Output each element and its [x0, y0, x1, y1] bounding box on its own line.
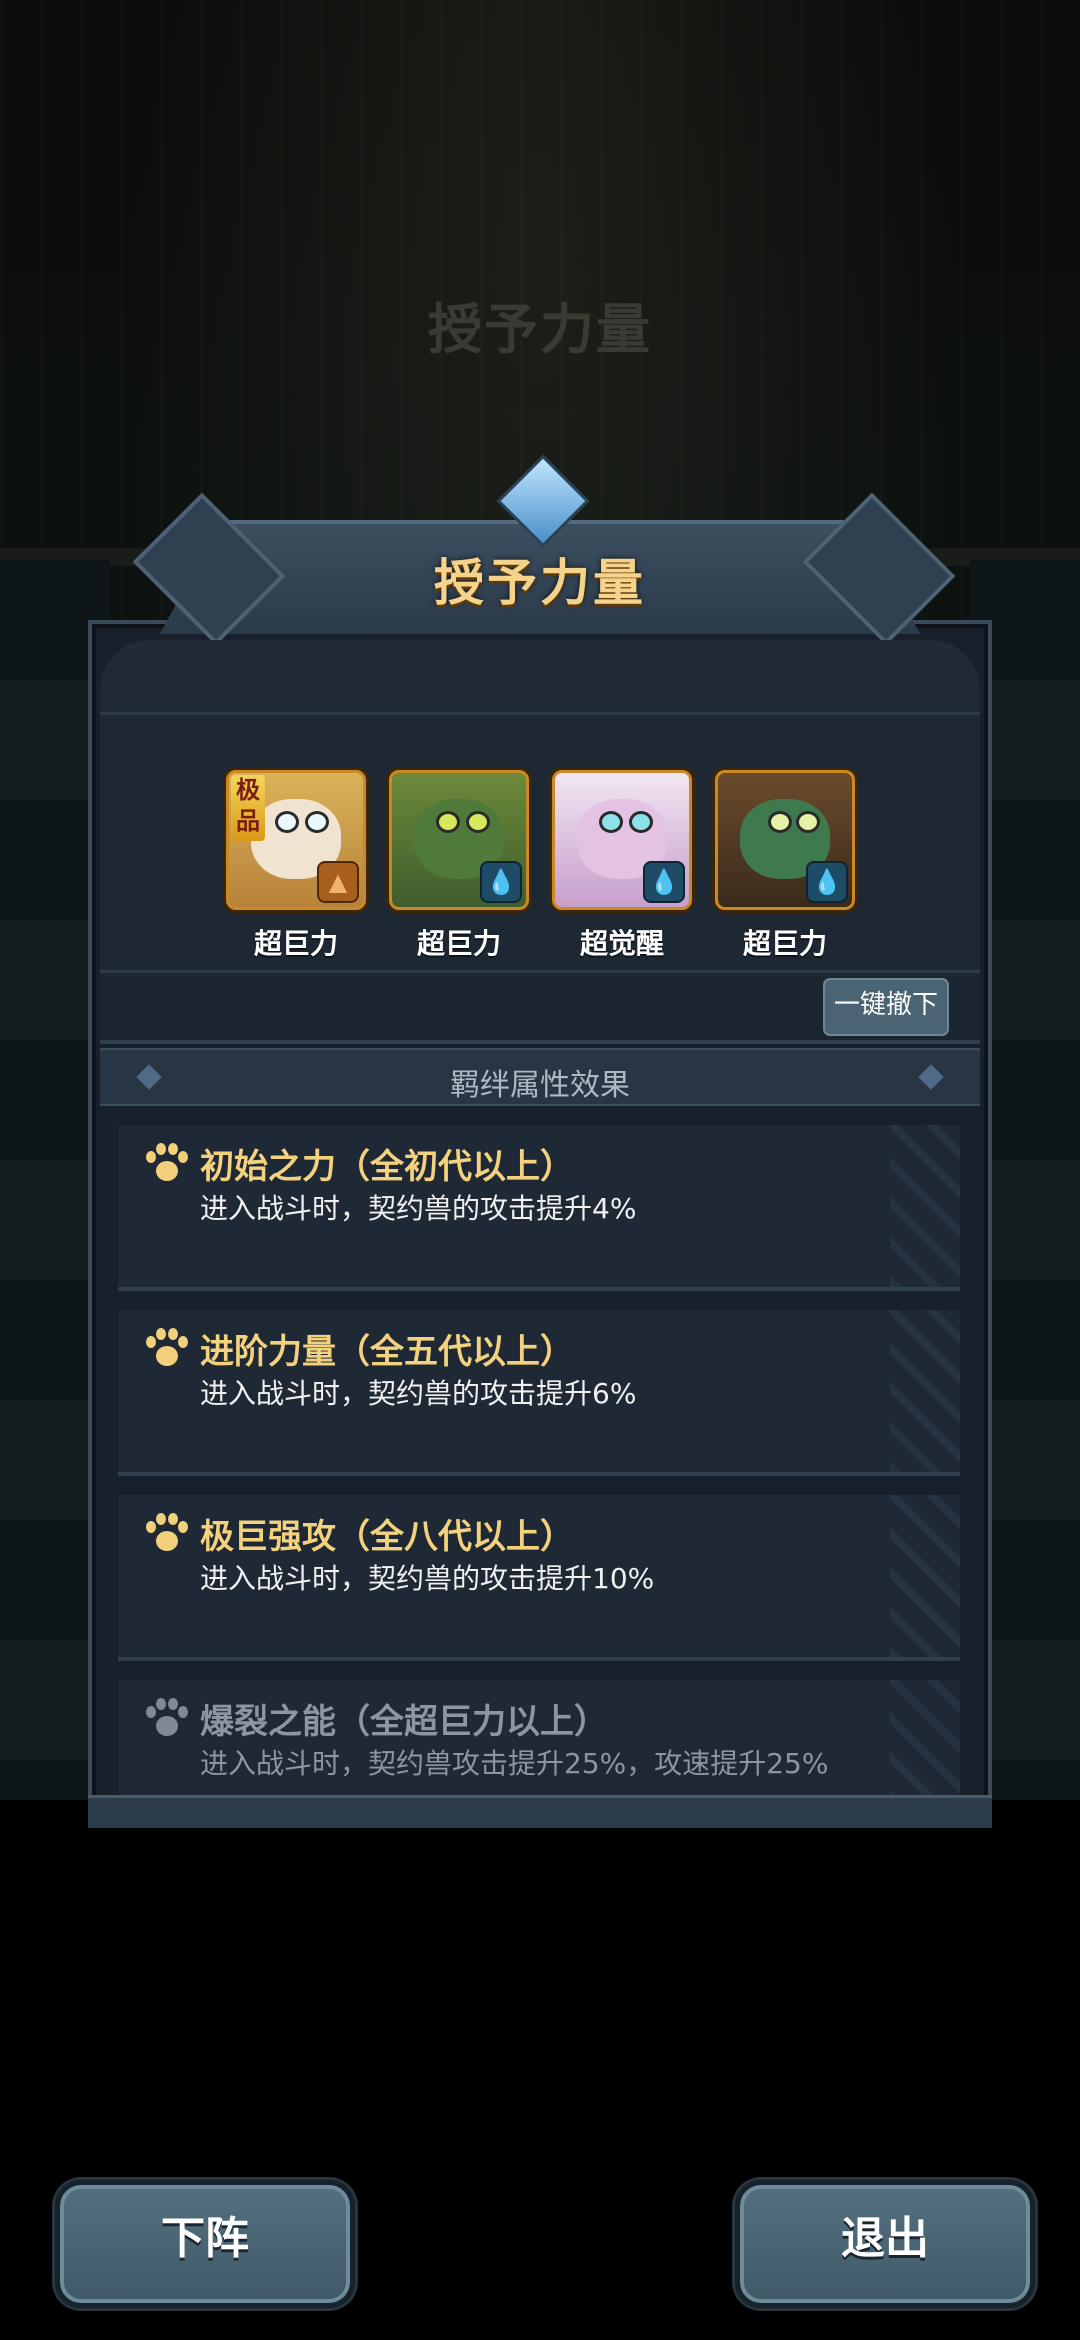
bond-effects-header: 羁绊属性效果	[100, 1048, 980, 1106]
bond-item: 进阶力量（全五代以上） 进入战斗时，契约兽的攻击提升6%	[118, 1310, 960, 1476]
bond-decoration	[890, 1310, 960, 1472]
pet-eye	[436, 811, 460, 833]
water-drop-icon: 💧	[643, 861, 685, 903]
section-title: 羁绊属性效果	[450, 1068, 630, 1103]
bond-description: 进入战斗时，契约兽的攻击提升10%	[200, 1562, 655, 1595]
bond-description: 进入战斗时，契约兽的攻击提升4%	[200, 1192, 637, 1225]
bond-item: 初始之力（全初代以上） 进入战斗时，契约兽的攻击提升4%	[118, 1125, 960, 1291]
paw-icon	[144, 1143, 188, 1187]
pet-eye	[275, 811, 299, 833]
bond-decoration	[890, 1495, 960, 1657]
pet-slot-1[interactable]: 极品 ▲ 超巨力	[226, 770, 366, 962]
bond-title: 初始之力（全初代以上）	[200, 1147, 574, 1187]
dismiss-button[interactable]: 下阵	[55, 2180, 355, 2308]
paw-icon	[144, 1328, 188, 1372]
bond-description: 进入战斗时，契约兽攻击提升25%，攻速提升25%	[200, 1747, 829, 1780]
pet-eye	[629, 811, 653, 833]
pet-portrait[interactable]: 极品 ▲	[226, 770, 366, 910]
remove-all-button[interactable]: 一键撤下	[820, 975, 952, 1039]
pet-eye	[768, 811, 792, 833]
pet-eye	[599, 811, 623, 833]
bond-item-locked: 爆裂之能（全超巨力以上） 进入战斗时，契约兽攻击提升25%，攻速提升25%	[118, 1680, 960, 1795]
water-drop-icon: 💧	[806, 861, 848, 903]
bond-title: 极巨强攻（全八代以上）	[200, 1517, 574, 1557]
paw-icon	[144, 1698, 188, 1742]
pet-eye	[466, 811, 490, 833]
bond-effects-list[interactable]: 初始之力（全初代以上） 进入战斗时，契约兽的攻击提升4% 进阶力量（全五代以上）…	[118, 1125, 960, 1795]
exit-button[interactable]: 退出	[735, 2180, 1035, 2308]
pet-portrait[interactable]: 💧	[389, 770, 529, 910]
panel-title: 授予力量	[434, 554, 646, 612]
pet-portrait[interactable]: 💧	[715, 770, 855, 910]
background-title: 授予力量	[428, 298, 652, 361]
earth-icon: ▲	[317, 861, 359, 903]
pet-slots: 极品 ▲ 超巨力 💧 超巨力 💧 超觉醒 💧 超巨力	[226, 770, 855, 970]
pet-rank-label: 超觉醒	[579, 927, 664, 960]
panel-bottom-edge	[88, 1795, 992, 1828]
pet-portrait[interactable]: 💧	[552, 770, 692, 910]
pet-rank-label: 超巨力	[253, 927, 338, 960]
bond-title: 爆裂之能（全超巨力以上）	[200, 1702, 608, 1742]
bond-decoration	[890, 1125, 960, 1287]
pet-slot-2[interactable]: 💧 超巨力	[389, 770, 529, 962]
pet-slot-4[interactable]: 💧 超巨力	[715, 770, 855, 962]
bond-title: 进阶力量（全五代以上）	[200, 1332, 574, 1372]
rare-tag: 极品	[231, 775, 265, 841]
pet-rank-label: 超巨力	[742, 927, 827, 960]
bond-description: 进入战斗时，契约兽的攻击提升6%	[200, 1377, 637, 1410]
water-drop-icon: 💧	[480, 861, 522, 903]
pet-slot-3[interactable]: 💧 超觉醒	[552, 770, 692, 962]
pet-eye	[305, 811, 329, 833]
bond-item: 极巨强攻（全八代以上） 进入战斗时，契约兽的攻击提升10%	[118, 1495, 960, 1661]
paw-icon	[144, 1513, 188, 1557]
pet-eye	[796, 811, 820, 833]
bond-decoration	[890, 1680, 960, 1795]
pet-rank-label: 超巨力	[416, 927, 501, 960]
